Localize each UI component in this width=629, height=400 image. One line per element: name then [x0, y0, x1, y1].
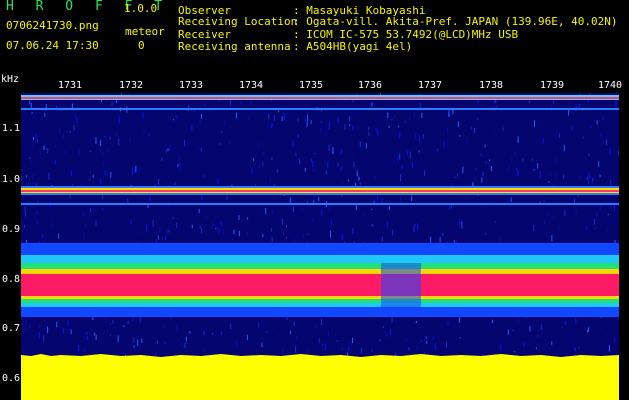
- antenna-label: Receiving antenna: [178, 40, 291, 53]
- y-tick-label: 1.0: [2, 174, 21, 185]
- y-tick-label: 0.8: [2, 274, 21, 285]
- file-name: 0706241730.png: [6, 19, 99, 32]
- meteor-label: meteor: [125, 25, 165, 38]
- yellow-band: [21, 354, 619, 400]
- location-label: Receiving Location: [178, 15, 298, 28]
- x-tick-label: 1740: [598, 80, 623, 91]
- x-tick-label: 1733: [179, 80, 204, 91]
- y-tick-label: 0.7: [2, 323, 21, 334]
- y-tick-label: 0.6: [2, 373, 21, 384]
- signal-band: [21, 243, 619, 317]
- antenna-value: : A504HB(yagi 4el): [293, 40, 413, 53]
- x-tick-label: 1738: [479, 80, 504, 91]
- y-tick-label: 1.1: [2, 123, 21, 134]
- x-tick-label: 1734: [239, 80, 264, 91]
- y-axis-unit: kHz: [1, 74, 20, 85]
- x-tick-label: 1732: [119, 80, 144, 91]
- location-value: : Ogata-vill. Akita-Pref. JAPAN (139.96E…: [293, 15, 618, 28]
- x-tick-label: 1739: [540, 80, 565, 91]
- x-tick-label: 1736: [358, 80, 383, 91]
- app-version: 1.0.0: [124, 2, 158, 15]
- x-tick-label: 1737: [418, 80, 443, 91]
- spectrogram: [21, 93, 619, 400]
- x-tick-label: 1731: [58, 80, 83, 91]
- meteor-count: 0: [138, 39, 145, 52]
- y-tick-label: 0.9: [2, 224, 21, 235]
- date-time: 07.06.24 17:30: [6, 39, 99, 52]
- x-tick-label: 1735: [299, 80, 324, 91]
